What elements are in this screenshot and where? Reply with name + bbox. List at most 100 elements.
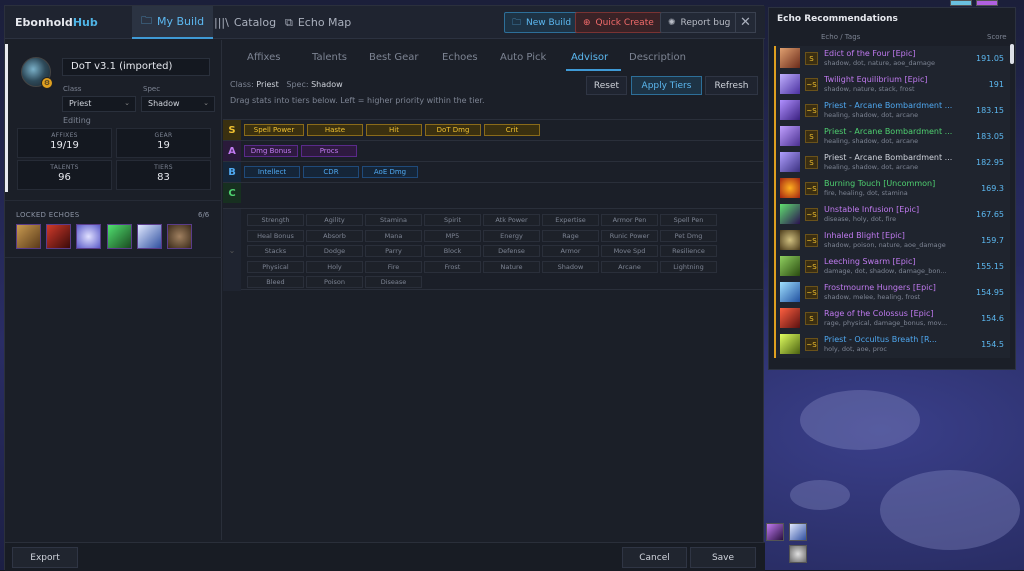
buff-icon[interactable]	[789, 545, 807, 563]
spec-select[interactable]: Shadow ⌄	[141, 96, 215, 112]
pool-stat-chip[interactable]: Armor Pen	[601, 214, 658, 226]
echo-row[interactable]: S Priest - Arcane Bombardment ... healing,…	[774, 124, 1010, 150]
pool-stat-chip[interactable]: Poison	[306, 276, 363, 288]
locked-echo-icon[interactable]	[76, 224, 101, 249]
tier-stat-chip[interactable]: AoE Dmg	[362, 166, 418, 178]
tier-stat-chip[interactable]: CDR	[303, 166, 359, 178]
tab-auto-pick[interactable]: Auto Pick	[500, 52, 546, 63]
scrollbar[interactable]	[1010, 44, 1014, 64]
tier-stat-chip[interactable]: Spell Power	[244, 124, 304, 136]
tier-row-a[interactable]: A Dmg Bonus Procs	[223, 140, 763, 161]
pool-stat-chip[interactable]: Fire	[365, 260, 422, 273]
pool-stat-chip[interactable]: Energy	[483, 229, 540, 242]
tab-talents[interactable]: Talents	[312, 52, 347, 63]
echo-row[interactable]: S Priest - Arcane Bombardment ... healing,…	[774, 150, 1010, 176]
tier-row-s[interactable]: S Spell Power Haste Hit DoT Dmg Crit	[223, 119, 763, 140]
pool-stat-chip[interactable]: Shadow	[542, 260, 599, 273]
nav-my-build[interactable]: 🗀 My Build	[132, 6, 214, 39]
pool-stat-chip[interactable]: Nature	[483, 260, 540, 273]
tier-label: A	[223, 141, 241, 161]
pool-stat-chip[interactable]: Atk Power	[483, 214, 540, 226]
tier-stat-chip[interactable]: Haste	[307, 124, 363, 136]
save-button[interactable]: Save	[690, 547, 756, 568]
pool-stat-chip[interactable]: Defense	[483, 245, 540, 257]
tier-stat-chip[interactable]: Dmg Bonus	[244, 145, 298, 157]
tier-row-c[interactable]: C	[223, 182, 763, 203]
report-bug-button[interactable]: ✺ Report bug	[660, 12, 739, 33]
tab-echoes[interactable]: Echoes	[442, 52, 478, 63]
class-select[interactable]: Priest ⌄	[62, 96, 136, 112]
pool-stat-chip[interactable]: Armor	[542, 245, 599, 257]
pool-stat-chip[interactable]: Mana	[365, 229, 422, 242]
pool-stat-chip[interactable]: Resilience	[660, 245, 717, 257]
echo-row[interactable]: ~S Burning Touch [Uncommon] fire, healing,…	[774, 176, 1010, 202]
tier-row-b[interactable]: B Intellect CDR AoE Dmg	[223, 161, 763, 182]
refresh-button[interactable]: Refresh	[705, 76, 758, 95]
pool-stat-chip[interactable]: Stamina	[365, 214, 422, 226]
echo-row[interactable]: S Edict of the Four [Epic] shadow, dot, na…	[774, 46, 1010, 72]
echo-name: Rage of the Colossus [Epic]	[824, 309, 934, 318]
tier-stat-chip[interactable]: Crit	[484, 124, 540, 136]
pool-stat-chip[interactable]: Strength	[247, 214, 304, 226]
buff-icon[interactable]	[950, 0, 972, 6]
echo-row[interactable]: ~S Priest - Arcane Bombardment ... healing…	[774, 98, 1010, 124]
apply-tiers-button[interactable]: Apply Tiers	[631, 76, 702, 95]
tier-stat-chip[interactable]: Intellect	[244, 166, 300, 178]
locked-echo-icon[interactable]	[137, 224, 162, 249]
locked-echo-icon[interactable]	[16, 224, 41, 249]
locked-echo-icon[interactable]	[46, 224, 71, 249]
reset-button[interactable]: Reset	[586, 76, 627, 95]
pool-stat-chip[interactable]: Spirit	[424, 214, 481, 226]
pool-stat-chip[interactable]: Block	[424, 245, 481, 257]
echo-row[interactable]: ~S Leeching Swarm [Epic] damage, dot, shad…	[774, 254, 1010, 280]
pool-stat-chip[interactable]: Bleed	[247, 276, 304, 288]
pool-stat-chip[interactable]: Disease	[365, 276, 422, 288]
close-button[interactable]: ✕	[735, 12, 756, 33]
pool-collapse-toggle[interactable]: ⌄	[223, 209, 241, 291]
pool-stat-chip[interactable]: Heal Bonus	[247, 229, 304, 242]
pool-stat-chip[interactable]: Spell Pen	[660, 214, 717, 226]
echo-row[interactable]: ~S Unstable Infusion [Epic] disease, holy,…	[774, 202, 1010, 228]
tier-stat-chip[interactable]: DoT Dmg	[425, 124, 481, 136]
echo-row[interactable]: S Rage of the Colossus [Epic] rage, physic…	[774, 306, 1010, 332]
pool-stat-chip[interactable]: Frost	[424, 260, 481, 273]
nav-catalog[interactable]: |||\ Catalog	[205, 6, 285, 39]
tier-stat-chip[interactable]: Hit	[366, 124, 422, 136]
pool-stat-chip[interactable]: Parry	[365, 245, 422, 257]
export-button[interactable]: Export	[12, 547, 78, 568]
echo-row[interactable]: ~S Inhaled Blight [Epic] shadow, poison, n…	[774, 228, 1010, 254]
echo-row[interactable]: ~S Frostmourne Hungers [Epic] shadow, mele…	[774, 280, 1010, 306]
tier-stat-chip[interactable]: Procs	[301, 145, 357, 157]
echo-name: Priest - Arcane Bombardment ...	[824, 127, 953, 136]
buff-icon[interactable]	[789, 523, 807, 541]
echo-row[interactable]: ~S Priest - Occultus Breath [R... holy, do…	[774, 332, 1010, 358]
tab-advisor[interactable]: Advisor	[571, 52, 608, 63]
pool-stat-chip[interactable]: Dodge	[306, 245, 363, 257]
pool-stat-chip[interactable]: Arcane	[601, 260, 658, 273]
pool-stat-chip[interactable]: Move Spd	[601, 245, 658, 257]
tab-affixes[interactable]: Affixes	[247, 52, 280, 63]
tab-best-gear[interactable]: Best Gear	[369, 52, 418, 63]
new-build-button[interactable]: 🗀 New Build	[504, 12, 580, 33]
quick-create-button[interactable]: ⊕ Quick Create	[575, 12, 662, 33]
cancel-button[interactable]: Cancel	[622, 547, 687, 568]
pool-stat-chip[interactable]: Physical	[247, 260, 304, 273]
pool-stat-chip[interactable]: Expertise	[542, 214, 599, 226]
pool-stat-chip[interactable]: Stacks	[247, 245, 304, 257]
nav-echo-map[interactable]: ⧉ Echo Map	[276, 6, 360, 39]
pool-stat-chip[interactable]: Agility	[306, 214, 363, 226]
echo-row[interactable]: ~S Twilight Equilibrium [Epic] shadow, nat…	[774, 72, 1010, 98]
pool-stat-chip[interactable]: Rage	[542, 229, 599, 242]
pool-stat-chip[interactable]: MP5	[424, 229, 481, 242]
locked-echo-icon[interactable]	[107, 224, 132, 249]
buff-icon[interactable]	[766, 523, 784, 541]
locked-echo-icon[interactable]	[167, 224, 192, 249]
pool-stat-chip[interactable]: Absorb	[306, 229, 363, 242]
pool-stat-chip[interactable]: Lightning	[660, 260, 717, 273]
build-name-input[interactable]: DoT v3.1 (imported)	[62, 58, 210, 76]
pool-stat-chip[interactable]: Holy	[306, 260, 363, 273]
buff-icon[interactable]	[976, 0, 998, 6]
pool-stat-chip[interactable]: Runic Power	[601, 229, 658, 242]
tab-description[interactable]: Description	[629, 52, 686, 63]
pool-stat-chip[interactable]: Pet Dmg	[660, 229, 717, 242]
